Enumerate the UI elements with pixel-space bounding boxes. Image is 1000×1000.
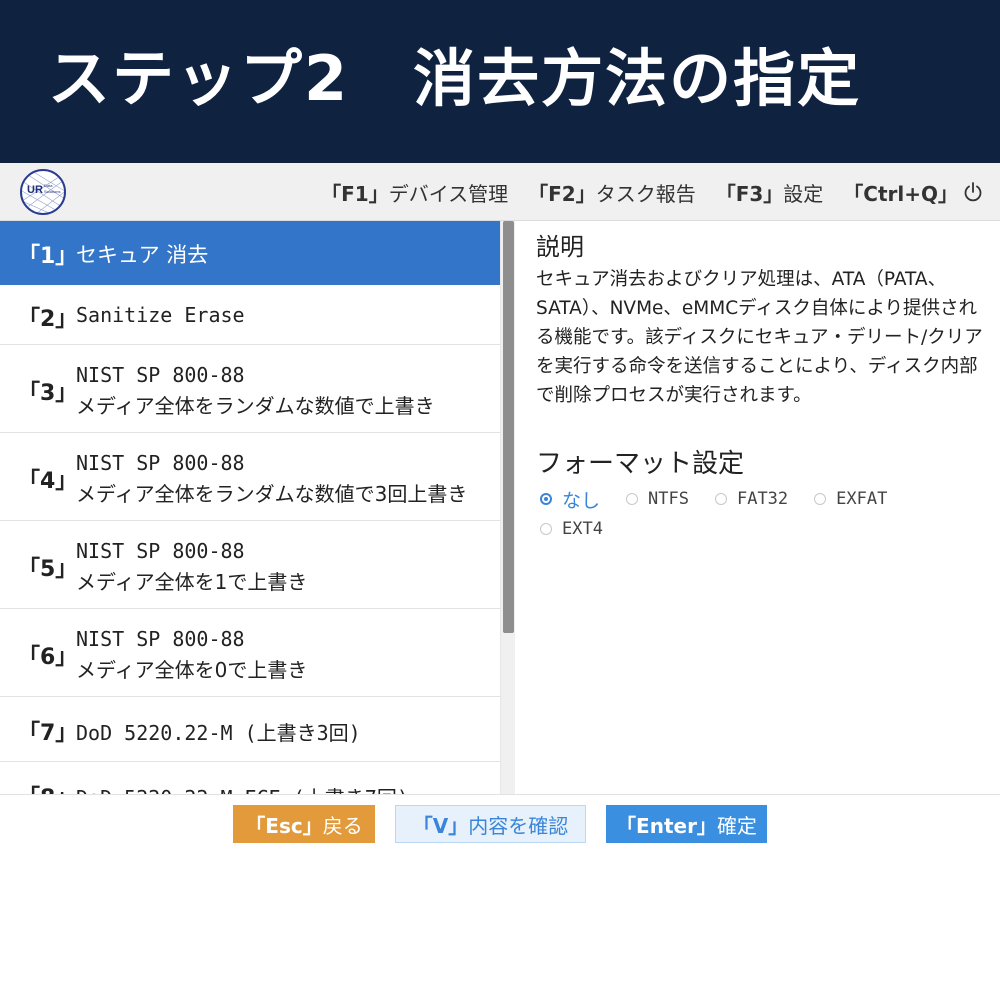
menu-device-management[interactable]: 「F1」デバイス管理 — [321, 178, 508, 207]
radio-icon[interactable] — [714, 493, 727, 505]
method-number: 「6」 — [18, 645, 78, 670]
method-title: NIST SP 800-88 — [76, 627, 245, 651]
page-title: ステップ2 消去方法の指定 — [48, 42, 862, 115]
confirm-button[interactable]: 「Enter」 確定 — [606, 805, 767, 843]
method-description: メディア全体を1で上書き — [76, 570, 308, 594]
back-button-key: 「Esc」 — [245, 813, 323, 838]
method-description: メディア全体を0で上書き — [76, 658, 308, 682]
format-option-label: EXT4 — [562, 519, 603, 539]
method-title: Sanitize Erase — [76, 303, 245, 327]
method-item-7[interactable]: 「7」 DoD 5220.22-M (上書き3回) — [0, 697, 500, 762]
menu-quit[interactable]: 「Ctrl+Q」 — [843, 178, 984, 207]
radio-icon[interactable] — [814, 493, 827, 505]
logo-subtext: Data Solutions — [44, 183, 61, 194]
method-number: 「8」 — [18, 780, 77, 794]
method-item-8[interactable]: 「8」 DoD 5220.22-M ECE (上書き7回) — [0, 762, 500, 794]
review-button-key: 「V」 — [412, 813, 469, 838]
method-description: メディア全体をランダムな数値で3回上書き — [76, 482, 468, 506]
method-title: NIST SP 800-88 — [76, 539, 245, 563]
erase-method-list: 「1」 セキュア 消去 「2」 Sanitize Erase 「3」 NIST … — [0, 221, 500, 794]
description-text: セキュア消去およびクリア処理は、ATA（PATA、SATA）、NVMe、eMMC… — [536, 269, 983, 406]
menu-key-f3: 「F3」 — [715, 181, 784, 206]
method-item-5[interactable]: 「5」 NIST SP 800-88 メディア全体を1で上書き — [0, 521, 500, 609]
review-button[interactable]: 「V」 内容を確認 — [395, 805, 586, 843]
format-option-label: NTFS — [648, 489, 689, 509]
action-bar: 「Esc」 戻る 「V」 内容を確認 「Enter」 確定 — [0, 794, 1000, 1000]
confirm-button-label: 確定 — [716, 813, 757, 838]
confirm-button-key: 「Enter」 — [616, 813, 717, 838]
format-option-ntfs[interactable]: NTFS — [626, 487, 689, 511]
method-title: NIST SP 800-88 — [76, 451, 245, 475]
method-number: 「3」 — [18, 381, 78, 406]
format-option-fat32[interactable]: FAT32 — [714, 487, 789, 511]
format-option-none[interactable]: なし — [540, 487, 601, 512]
method-title: セキュア 消去 — [76, 243, 209, 267]
format-heading: フォーマット設定 — [536, 449, 745, 479]
company-logo: UR Data Solutions — [20, 169, 66, 215]
menu-label-task-report: タスク報告 — [595, 181, 696, 206]
format-option-label: EXFAT — [836, 489, 888, 509]
menu-key-ctrl-q: 「Ctrl+Q」 — [843, 181, 958, 206]
radio-selected-icon[interactable] — [540, 493, 552, 505]
radio-icon[interactable] — [540, 523, 552, 535]
radio-icon[interactable] — [626, 493, 639, 505]
method-item-3[interactable]: 「3」 NIST SP 800-88 メディア全体をランダムな数値で上書き — [0, 345, 500, 433]
menu-settings[interactable]: 「F3」設定 — [716, 178, 824, 207]
menu-key-f2: 「F2」 — [528, 181, 596, 206]
back-button[interactable]: 「Esc」 戻る — [233, 805, 375, 843]
list-scrollbar[interactable] — [500, 221, 515, 794]
title-banner: ステップ2 消去方法の指定 — [0, 0, 1000, 163]
method-item-2[interactable]: 「2」 Sanitize Erase — [0, 285, 500, 345]
back-button-label: 戻る — [322, 813, 363, 838]
format-option-exfat[interactable]: EXFAT — [814, 487, 887, 511]
method-number: 「4」 — [18, 469, 78, 494]
method-item-4[interactable]: 「4」 NIST SP 800-88 メディア全体をランダムな数値で3回上書き — [0, 433, 500, 521]
power-icon[interactable] — [962, 181, 984, 203]
menu-label-settings: 設定 — [783, 181, 824, 206]
method-item-1[interactable]: 「1」 セキュア 消去 — [0, 221, 500, 285]
function-menu: 「F1」デバイス管理 「F2」タスク報告 「F3」設定 「Ctrl+Q」 — [301, 163, 984, 221]
method-description: メディア全体をランダムな数値で上書き — [76, 394, 435, 418]
format-option-label: なし — [562, 489, 601, 512]
top-menu-bar: UR Data Solutions 「F1」デバイス管理 「F2」タスク報告 「… — [0, 163, 1000, 221]
method-title: DoD 5220.22-M (上書き3回) — [76, 721, 361, 745]
review-button-label: 内容を確認 — [468, 813, 569, 838]
format-radio-group: なし NTFS FAT32 EXFAT EXT4 — [540, 487, 990, 541]
menu-key-f1: 「F1」 — [321, 181, 389, 206]
format-option-ext4[interactable]: EXT4 — [540, 517, 603, 541]
method-title: DoD 5220.22-M ECE (上書き7回) — [76, 782, 409, 794]
logo-text: UR — [27, 184, 43, 196]
detail-panel: 説明 セキュア消去およびクリア処理は、ATA（PATA、SATA）、NVMe、e… — [515, 221, 1000, 794]
method-item-6[interactable]: 「6」 NIST SP 800-88 メディア全体を0で上書き — [0, 609, 500, 697]
scrollbar-thumb[interactable] — [503, 221, 514, 633]
menu-label-device-management: デバイス管理 — [388, 181, 509, 206]
method-number: 「5」 — [18, 557, 78, 582]
method-number: 「1」 — [18, 244, 78, 269]
method-number: 「2」 — [18, 307, 78, 332]
format-option-label: FAT32 — [736, 489, 789, 509]
description-heading: 説明 — [536, 233, 584, 261]
method-number: 「7」 — [18, 721, 78, 746]
method-title: NIST SP 800-88 — [76, 363, 245, 387]
menu-task-report[interactable]: 「F2」タスク報告 — [528, 178, 696, 207]
